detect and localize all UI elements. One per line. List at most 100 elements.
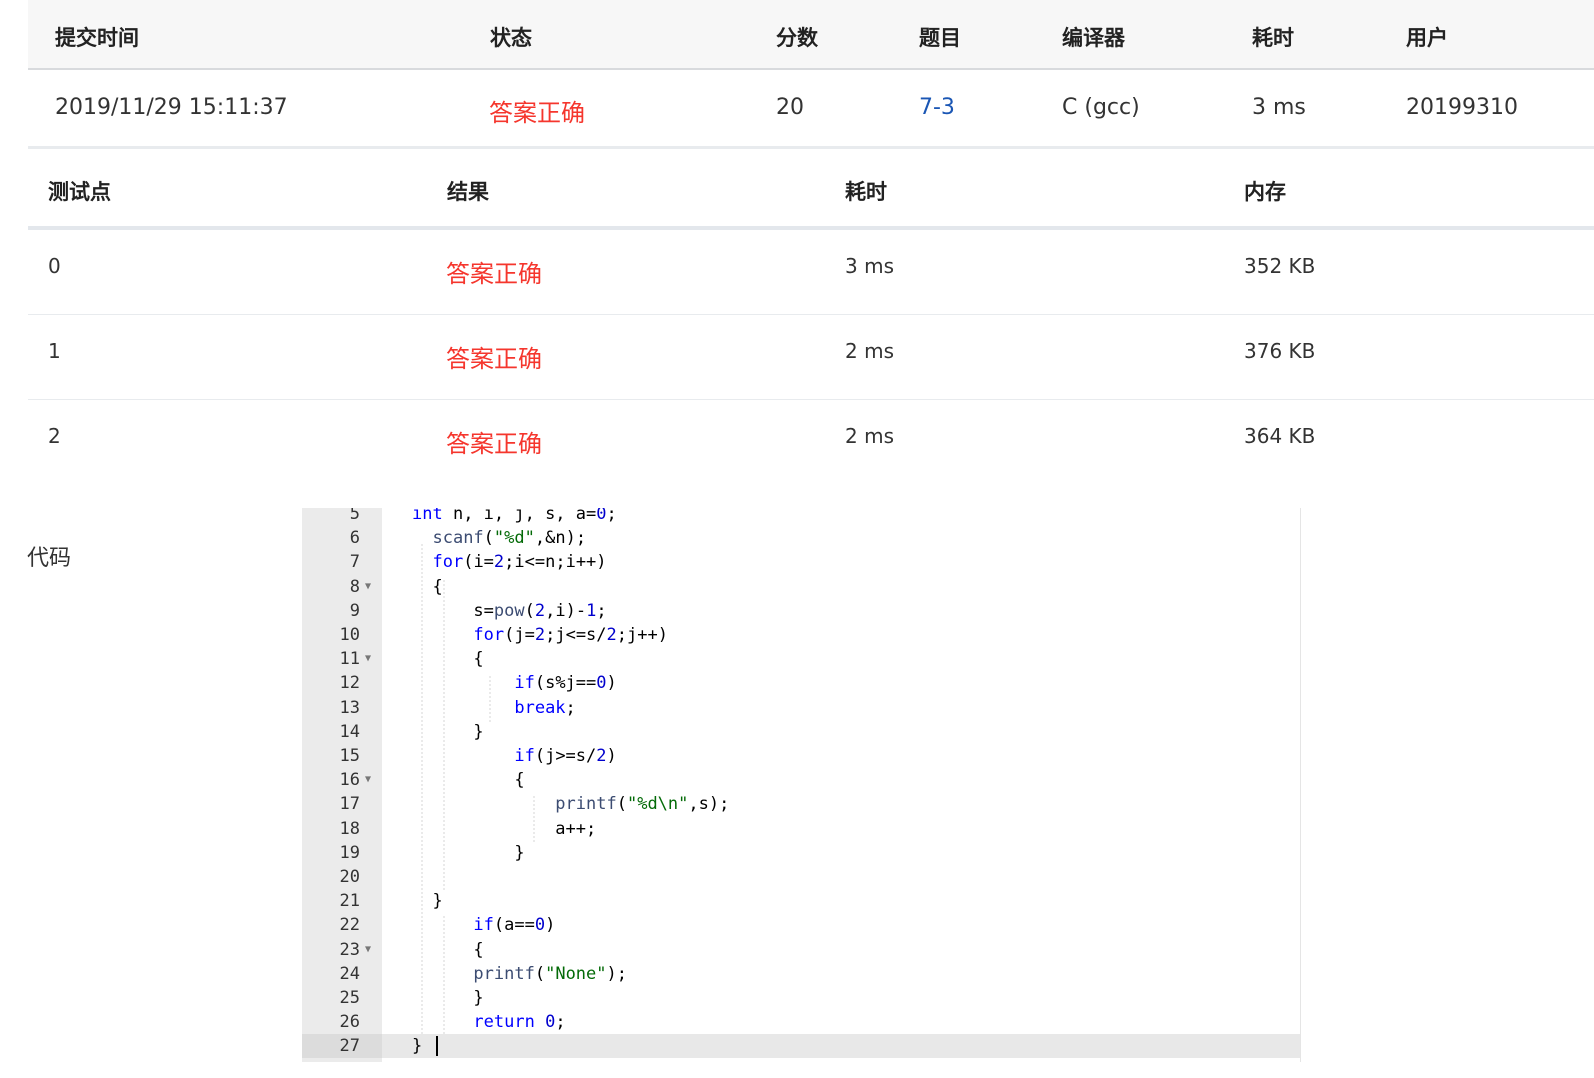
line-number: 22: [339, 915, 360, 936]
testcase-header: 测试点 结果 耗时 内存: [28, 148, 1594, 230]
line-number: 19: [339, 842, 360, 863]
line-number: 14: [339, 721, 360, 742]
code-text: }: [412, 1034, 439, 1058]
submission-table: 提交时间 状态 分数 题目 编译器 耗时 用户 2019/11/29 15:11…: [28, 0, 1594, 149]
code-line[interactable]: 18 a++;: [302, 817, 1300, 841]
line-number: 17: [339, 794, 360, 815]
score: 20: [776, 95, 804, 120]
testcase-id: 0: [48, 254, 61, 278]
testcase-id: 2: [48, 424, 61, 448]
line-number: 15: [339, 746, 360, 766]
testcase-row: 1 答案正确 2 ms 376 KB: [28, 315, 1594, 400]
code-line[interactable]: 15 if(j>=s/2): [302, 744, 1300, 768]
testcase-memory: 364 KB: [1244, 424, 1316, 448]
testcase-time: 2 ms: [845, 424, 894, 448]
code-line[interactable]: 24 printf("None");: [302, 962, 1300, 986]
code-text: if(a==0): [473, 915, 556, 936]
code-line[interactable]: 22 if(a==0): [302, 913, 1300, 937]
testcase-table: 测试点 结果 耗时 内存 0 答案正确 3 ms 352 KB 1 答案正确 2…: [28, 148, 1594, 484]
code-line[interactable]: 17 printf("%d\n",s);: [302, 792, 1300, 816]
header-submit-time: 提交时间: [55, 26, 139, 50]
fold-toggle-icon[interactable]: ▼: [365, 768, 371, 792]
elapsed-time: 3 ms: [1252, 95, 1306, 120]
code-text: printf("None");: [473, 963, 627, 984]
code-text: return 0;: [473, 1012, 566, 1033]
line-number: 20: [339, 867, 360, 887]
line-number: 13: [339, 697, 360, 718]
code-text: {: [412, 649, 484, 670]
header-time: 耗时: [845, 180, 887, 204]
line-number: 23: [339, 939, 360, 960]
code-label: 代码: [27, 546, 72, 571]
code-text: int n, i, j, s, a=0;: [412, 508, 617, 524]
code-line[interactable]: 20: [302, 865, 1300, 889]
line-number: 27: [302, 1034, 382, 1059]
code-line[interactable]: 5 int n, i, j, s, a=0;: [302, 508, 1300, 526]
code-line[interactable]: 8 ▼ {: [302, 575, 1300, 599]
code-line[interactable]: 11 ▼ {: [302, 647, 1300, 671]
compiler: C (gcc): [1062, 95, 1140, 120]
fold-toggle-icon[interactable]: ▼: [365, 575, 371, 599]
code-line[interactable]: 9 s=pow(2,i)-1;: [302, 599, 1300, 623]
code-line[interactable]: 10 for(j=2;j<=s/2;j++): [302, 623, 1300, 647]
header-memory: 内存: [1244, 180, 1286, 204]
code-line[interactable]: 13 break;: [302, 696, 1300, 720]
header-problem: 题目: [919, 26, 961, 50]
testcase-memory: 376 KB: [1244, 339, 1316, 363]
submission-header: 提交时间 状态 分数 题目 编译器 耗时 用户: [28, 0, 1594, 70]
testcase-time: 2 ms: [845, 339, 894, 363]
code-text: s=pow(2,i)-1;: [412, 600, 607, 621]
header-result: 结果: [447, 180, 489, 204]
problem-link[interactable]: 7-3: [919, 95, 955, 120]
line-number: 8: [349, 576, 360, 597]
fold-toggle-icon[interactable]: ▼: [365, 938, 371, 962]
header-user: 用户: [1406, 26, 1448, 50]
line-number: 7: [349, 552, 360, 573]
code-text: {: [412, 770, 525, 791]
code-text: }: [412, 842, 525, 863]
line-number: 16: [339, 770, 360, 791]
header-elapsed: 耗时: [1252, 26, 1294, 50]
text-cursor: [436, 1036, 439, 1057]
testcase-id: 1: [48, 339, 61, 363]
testcase-row: 0 答案正确 3 ms 352 KB: [28, 230, 1594, 315]
code-line[interactable]: 23 ▼ {: [302, 938, 1300, 962]
line-number: 9: [349, 600, 360, 621]
header-score: 分数: [776, 26, 818, 50]
submission-row: 2019/11/29 15:11:37 答案正确 20 7-3 C (gcc) …: [28, 70, 1594, 149]
code-line[interactable]: 14 }: [302, 720, 1300, 744]
code-line[interactable]: 25 }: [302, 986, 1300, 1010]
code-line[interactable]: 27}: [302, 1034, 1300, 1059]
header-status: 状态: [490, 26, 532, 50]
code-line[interactable]: 21 }: [302, 889, 1300, 913]
fold-toggle-icon[interactable]: ▼: [365, 647, 371, 671]
line-number: 18: [339, 818, 360, 839]
code-text: if(s%j==0): [514, 673, 617, 694]
testcase-time: 3 ms: [845, 254, 894, 278]
testcase-row: 2 答案正确 2 ms 364 KB: [28, 400, 1594, 484]
code-editor[interactable]: 5 int n, i, j, s, a=0; 6 scanf("%d",&n); 7 …: [302, 508, 1301, 1062]
status-badge: 答案正确: [489, 99, 585, 127]
line-number: 24: [339, 963, 360, 984]
code-text: a++;: [412, 818, 597, 839]
code-text: }: [412, 891, 443, 912]
testcase-result: 答案正确: [446, 260, 542, 288]
code-line[interactable]: 7 for(i=2;i<=n;i++): [302, 550, 1300, 574]
code-text: {: [412, 939, 484, 960]
code-line[interactable]: 26 return 0;: [302, 1010, 1300, 1034]
testcase-memory: 352 KB: [1244, 254, 1316, 278]
code-text: for(i=2;i<=n;i++): [432, 552, 607, 573]
line-number: 25: [339, 988, 360, 1008]
header-testcase: 测试点: [48, 180, 111, 204]
code-line[interactable]: 12 if(s%j==0): [302, 671, 1300, 695]
submit-time: 2019/11/29 15:11:37: [55, 95, 288, 120]
code-text: {: [412, 576, 443, 597]
code-text: }: [412, 721, 484, 742]
line-number: 12: [339, 673, 360, 694]
code-line[interactable]: 6 scanf("%d",&n);: [302, 526, 1300, 550]
code-line[interactable]: 16 ▼ {: [302, 768, 1300, 792]
code-line[interactable]: 19 }: [302, 841, 1300, 865]
line-number: 5: [349, 508, 360, 524]
line-number: 11: [339, 649, 360, 670]
code-text: for(j=2;j<=s/2;j++): [473, 625, 668, 645]
